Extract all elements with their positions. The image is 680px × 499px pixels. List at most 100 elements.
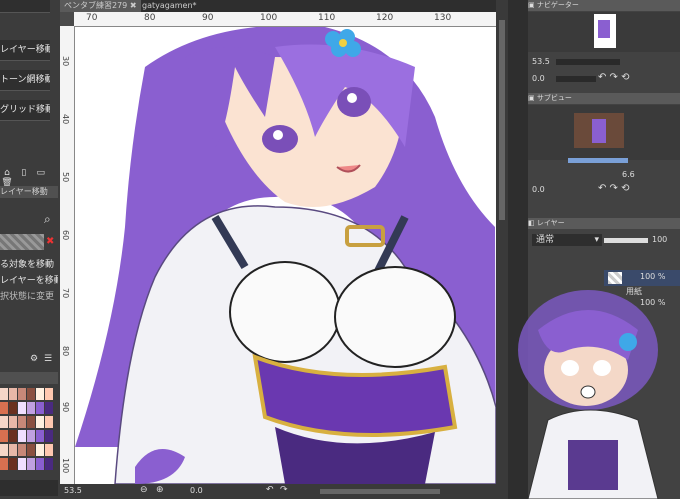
palette-swatch[interactable]	[45, 416, 53, 428]
navigator-angle-slider[interactable]	[556, 76, 596, 82]
angle-readout: 0.0	[190, 486, 203, 495]
palette-swatch[interactable]	[36, 458, 44, 470]
search-icon[interactable]: ⌕	[44, 212, 58, 226]
zoom-readout: 53.5	[64, 486, 82, 495]
settings-icon[interactable]: ☰	[44, 354, 52, 364]
layer-icon: ◧	[528, 219, 537, 227]
subview-figure	[592, 119, 606, 143]
character-illustration	[75, 27, 496, 484]
palette-swatch[interactable]	[27, 402, 35, 414]
opacity-slider[interactable]	[604, 238, 648, 243]
palette-swatch[interactable]	[9, 444, 17, 456]
palette-swatch[interactable]	[45, 430, 53, 442]
palette-swatch[interactable]	[0, 388, 8, 400]
palette-swatch[interactable]	[9, 430, 17, 442]
subview-title: サブビュー	[536, 94, 572, 102]
tab-document-2[interactable]: gatyagamen*	[138, 0, 201, 12]
palette-swatch[interactable]	[9, 416, 17, 428]
tool-button-grid-move[interactable]: グリッド移動	[0, 100, 50, 121]
palette-swatch[interactable]	[27, 430, 35, 442]
close-icon[interactable]: ✖	[130, 1, 137, 10]
palette-swatch[interactable]	[27, 444, 35, 456]
navigator-zoom-slider[interactable]	[556, 59, 620, 65]
option-move-target[interactable]: る対象を移動	[0, 258, 58, 272]
palette-swatch[interactable]	[18, 444, 26, 456]
color-palette[interactable]	[0, 388, 58, 478]
tool-button-layer-move[interactable]: レイヤー移動	[0, 40, 50, 61]
palette-footer	[0, 480, 58, 496]
document-tabs: ペンタブ練習279 ✖ gatyagamen*	[60, 0, 496, 12]
new-file-icon[interactable]: ▯	[17, 168, 31, 178]
palette-swatch[interactable]	[18, 388, 26, 400]
rotate-icons[interactable]: ↶ ↷ ⟲	[598, 72, 630, 83]
close-icon[interactable]: ✖	[46, 236, 58, 248]
subview-preview[interactable]	[528, 105, 680, 160]
palette-swatch[interactable]	[0, 402, 8, 414]
ruler-tick-label: 70	[61, 288, 70, 299]
rotate-left-icon[interactable]: ↶	[266, 485, 274, 495]
zoom-out-icon[interactable]: ⊖	[140, 485, 148, 495]
palette-swatch[interactable]	[27, 416, 35, 428]
palette-swatch[interactable]	[45, 388, 53, 400]
option-label: 択状態に変更	[0, 292, 55, 302]
navigator-angle-readout: 0.0	[532, 74, 545, 83]
palette-swatch[interactable]	[18, 402, 26, 414]
palette-swatch[interactable]	[45, 402, 53, 414]
rotate-right-icon[interactable]: ↷	[280, 485, 288, 495]
palette-header	[0, 372, 58, 384]
palette-swatch[interactable]	[45, 444, 53, 456]
palette-swatch[interactable]	[18, 458, 26, 470]
ruler-top: 70 80 90 100 110 120 130	[74, 12, 496, 27]
ruler-tick-label: 80	[144, 13, 156, 23]
home-icon[interactable]: ⌂	[0, 168, 14, 178]
palette-swatch[interactable]	[9, 458, 17, 470]
tab-label: ペンタブ練習279	[64, 1, 128, 10]
palette-swatch[interactable]	[18, 416, 26, 428]
palette-swatch[interactable]	[0, 430, 8, 442]
scrollbar-thumb[interactable]	[499, 20, 505, 220]
layer-row[interactable]: 100 %	[604, 270, 680, 286]
palette-swatch[interactable]	[0, 458, 8, 470]
save-icon[interactable]: ▭	[34, 168, 48, 178]
ruler-tick-label: 50	[61, 172, 70, 183]
horizontal-scrollbar[interactable]	[320, 489, 440, 494]
gear-icon[interactable]: ⚙	[30, 354, 38, 364]
palette-swatch[interactable]	[18, 430, 26, 442]
palette-swatch[interactable]	[9, 388, 17, 400]
pattern-swatch[interactable]	[0, 234, 44, 250]
blend-mode-select[interactable]: 通常 ▾	[532, 234, 602, 246]
subview-rotate-icons[interactable]: ↶ ↷ ⟲	[598, 183, 630, 194]
subview-scrollbar[interactable]	[568, 158, 628, 163]
navigator-title: ナビゲーター	[536, 1, 579, 9]
panel-icon-row: ⌂ ▯ ▭ 🗑	[0, 168, 58, 188]
palette-swatch[interactable]	[36, 402, 44, 414]
vertical-scrollbar[interactable]	[496, 0, 508, 499]
ruler-tick-label: 60	[61, 230, 70, 241]
sub-tool-title-text: レイヤー移動	[0, 187, 48, 196]
tool-button-tone-move[interactable]: トーン網移動	[0, 70, 50, 91]
palette-swatch[interactable]	[27, 458, 35, 470]
palette-swatch[interactable]	[9, 402, 17, 414]
tool-button-label: トーン網移動	[0, 75, 50, 85]
navigator-thumbnail	[594, 14, 616, 48]
palette-swatch[interactable]	[0, 444, 8, 456]
palette-swatch[interactable]	[0, 416, 8, 428]
drawing-canvas[interactable]	[75, 27, 496, 484]
palette-swatch[interactable]	[36, 416, 44, 428]
palette-swatch[interactable]	[27, 388, 35, 400]
chibi-character-illustration	[518, 290, 659, 499]
palette-swatch[interactable]	[36, 444, 44, 456]
ruler-tick-label: 110	[318, 13, 336, 23]
palette-swatch[interactable]	[36, 388, 44, 400]
option-move-layer[interactable]: レイヤーを移動	[0, 274, 58, 288]
option-change-selection[interactable]: 択状態に変更	[0, 290, 58, 304]
zoom-in-icon[interactable]: ⊕	[156, 485, 164, 495]
tab-document-1[interactable]: ペンタブ練習279 ✖	[60, 0, 141, 12]
tab-label: gatyagamen*	[142, 1, 197, 10]
palette-swatch[interactable]	[45, 458, 53, 470]
subview-header: ▣ サブビュー	[528, 93, 680, 104]
tool-property-panel: レイヤー移動 トーン網移動 グリッド移動 ⌂ ▯ ▭ 🗑 レイヤー移動 ⌕ ✖ …	[0, 0, 60, 499]
navigator-preview[interactable]	[528, 12, 680, 52]
palette-swatch[interactable]	[36, 430, 44, 442]
navigator-icon: ▣	[528, 1, 537, 9]
